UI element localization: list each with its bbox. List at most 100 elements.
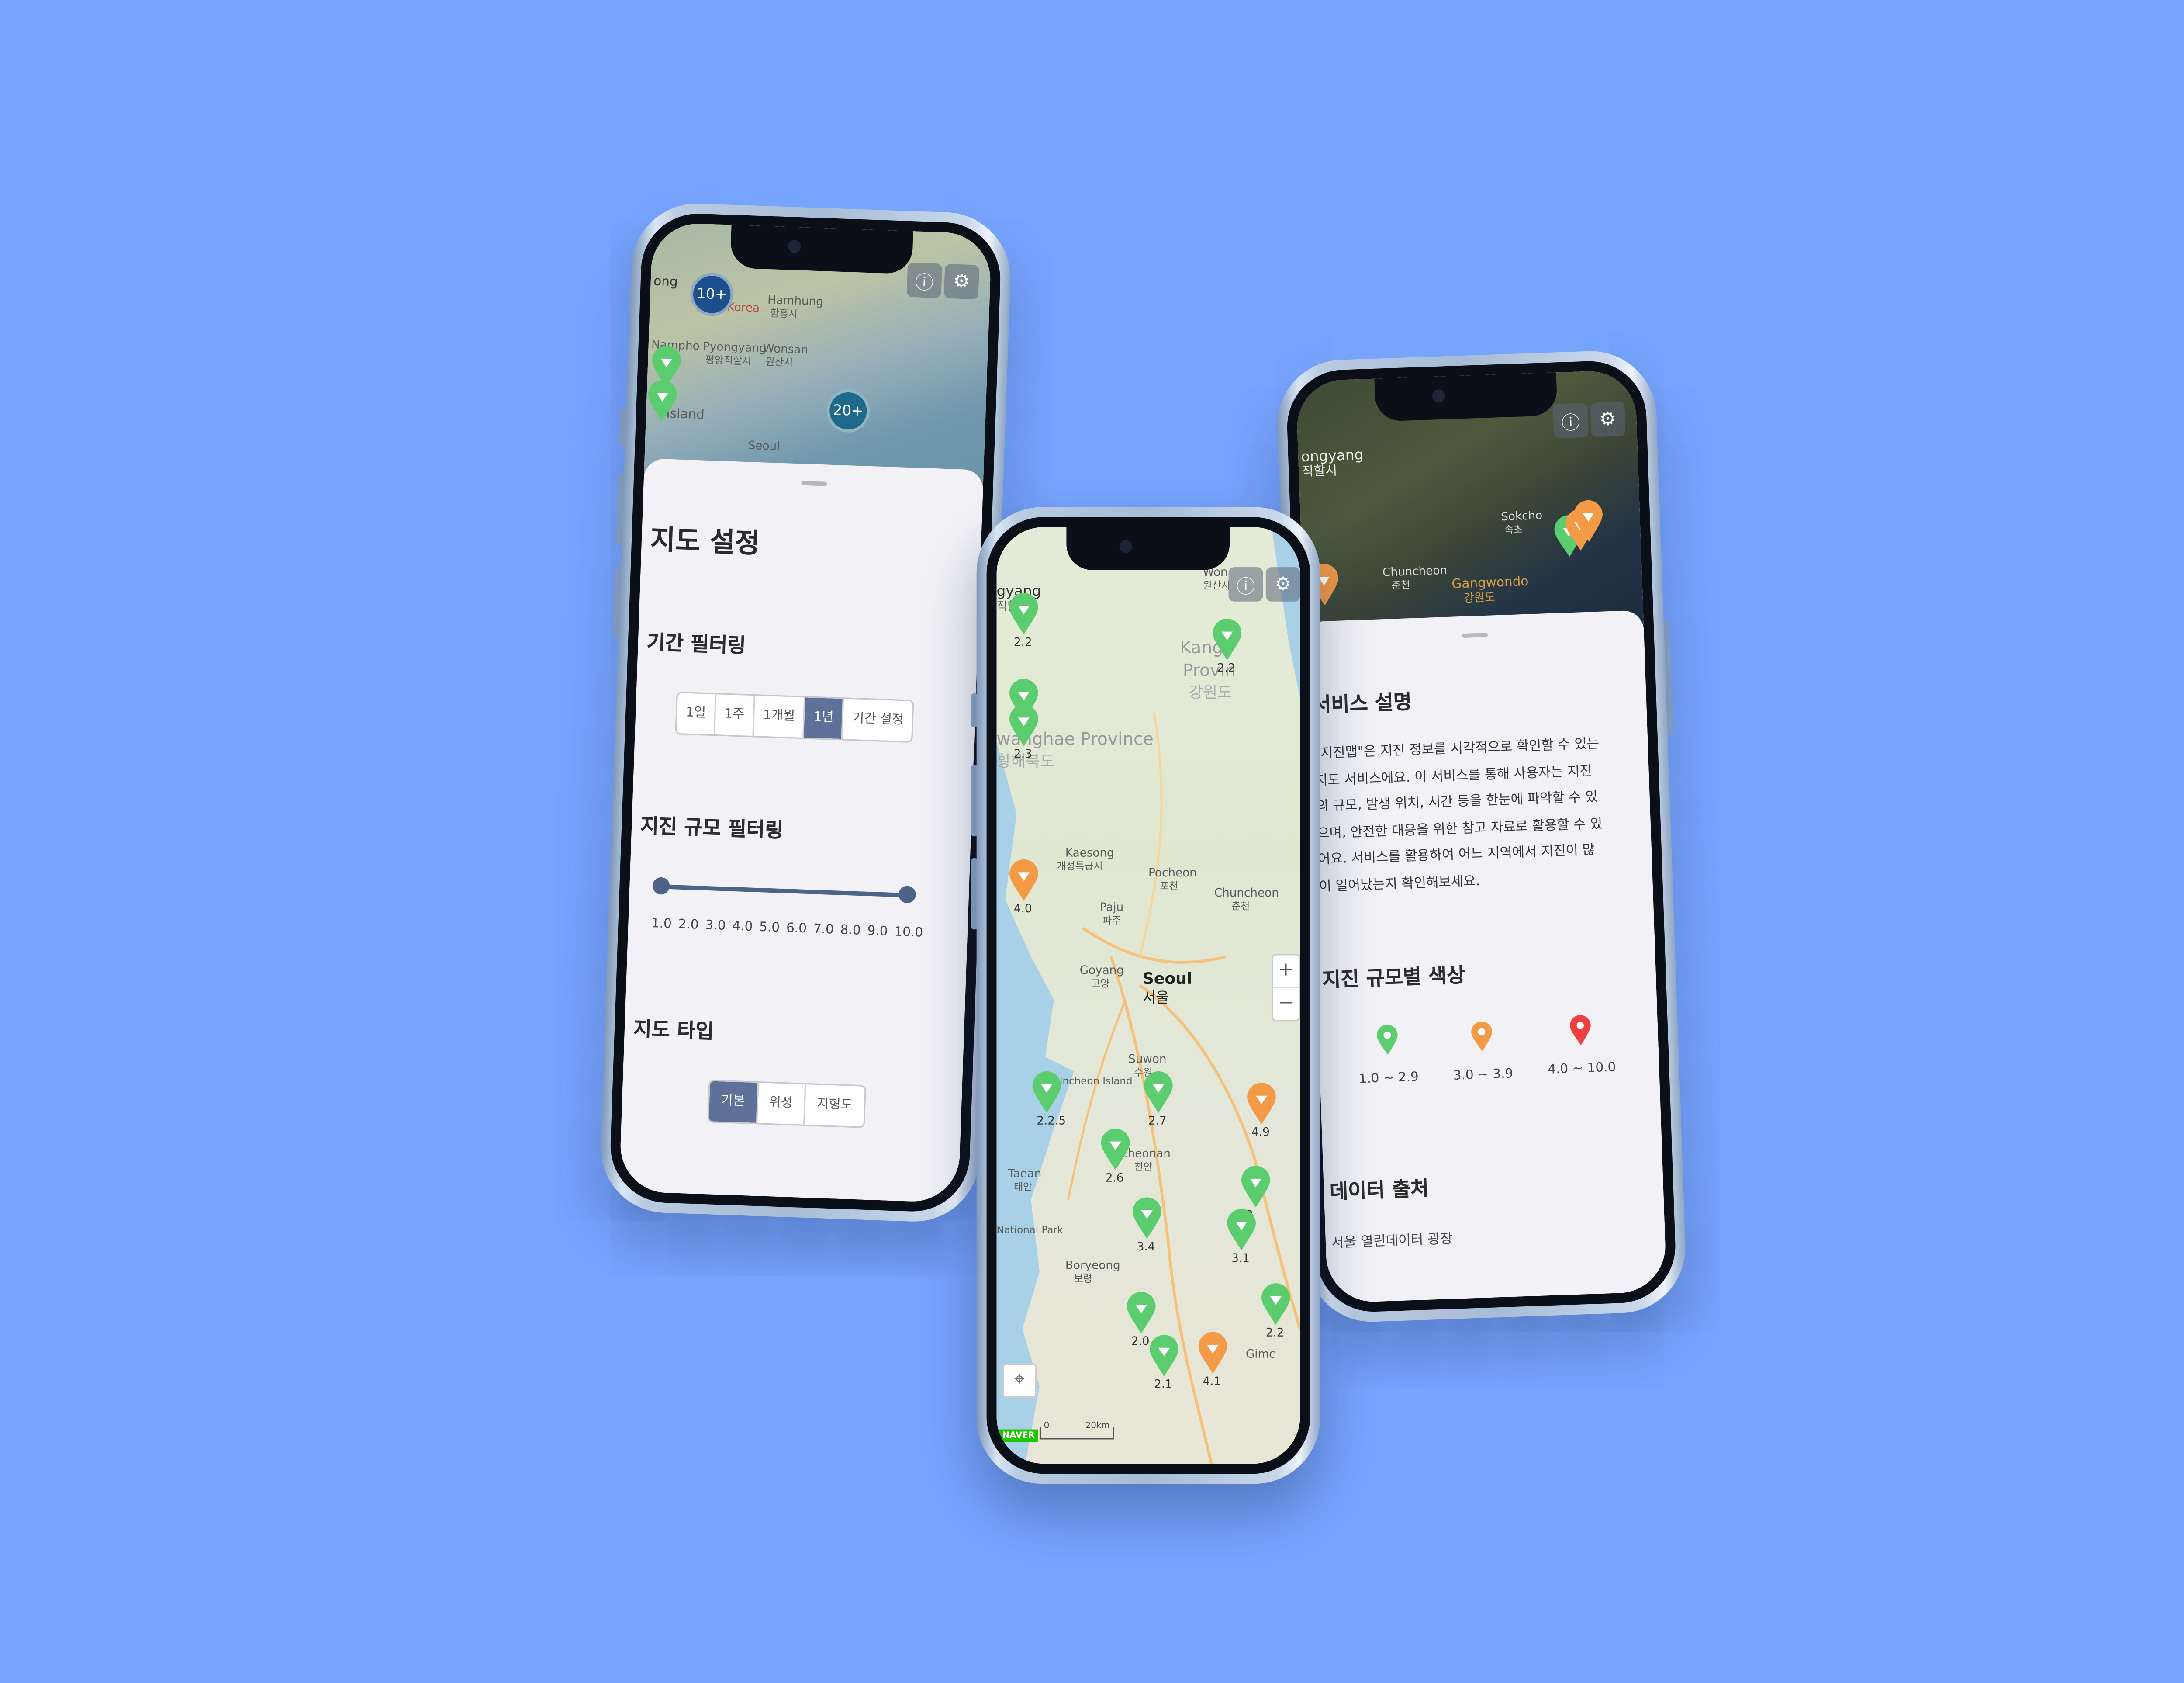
map-label: 강원도 [1188,683,1232,702]
sheet-handle[interactable] [1461,633,1487,638]
scale-bar: 0 20km [1039,1421,1114,1440]
notch [729,225,914,274]
map-type-heading: 지도 타입 [632,1018,715,1044]
source-heading: 데이터 출처 [1329,1178,1429,1205]
map-label: 평양직할시 [705,354,752,367]
marker-value: 4.1 [1203,1375,1221,1388]
marker-value: 4.9 [1251,1125,1270,1139]
period-segmented-control: 1일 1주 1개월 1년 기간 설정 [675,691,915,743]
period-option-year[interactable]: 1년 [804,697,845,739]
period-filter-heading: 기간 필터링 [646,631,746,658]
legend-heading: 지진 규모별 색상 [1322,964,1466,993]
magnitude-range-slider[interactable] [652,877,916,906]
map-label: 파주 [1102,915,1121,927]
page-title: 지도 설정 [650,524,760,560]
period-option-day[interactable]: 1일 [676,693,717,735]
marker-pin-icon [1132,1197,1161,1239]
map-marker-green[interactable]: 2.2 [1211,619,1243,679]
map-label: Pocheon [1148,866,1197,880]
slider-handle-min[interactable] [652,877,670,895]
map-label: 원산시 [1203,580,1230,592]
legend-item: 3.0 ~ 3.9 [1441,1018,1523,1084]
slider-handle-max[interactable] [898,886,916,904]
map-label: Wonsan [763,342,809,357]
map-marker-green[interactable]: 3.1 [1226,1209,1257,1269]
map-pin-orange-icon [1471,1021,1492,1052]
map-label: Goyang [1079,964,1124,977]
marker-pin-icon [1227,1209,1256,1250]
map-marker-orange[interactable] [1572,500,1605,544]
map-marker-green[interactable]: 2.2 [1008,593,1040,653]
map-marker-green[interactable]: 2.7 [1143,1071,1174,1132]
tick-label: 8.0 [840,924,861,939]
gear-icon[interactable]: ⚙ [1590,401,1626,437]
map-label: Chuncheon [1214,887,1279,900]
map-label: 함흥시 [770,308,798,321]
marker-pin-icon [1247,1083,1276,1125]
zoom-out-button[interactable]: − [1273,988,1299,1020]
map-marker-orange[interactable]: 4.0 [1008,859,1040,920]
notch [1373,372,1559,422]
map-marker-orange[interactable]: 4.9 [1246,1083,1277,1143]
map-type-segmented-control: 기본 위성 지형도 [707,1080,866,1128]
map-label: ong [653,275,678,291]
map-type-satellite[interactable]: 위성 [757,1083,806,1125]
map-marker-green[interactable]: 2.6 [1100,1129,1131,1189]
mockup-stage: ong Korea Hamhung 함흥시 Nampho Pyongyang 평… [0,0,2184,1683]
map-label: 개성특급시 [1057,861,1103,873]
tick-label: 9.0 [867,925,888,940]
sheet-handle[interactable] [800,481,826,486]
map-marker-green[interactable]: 2.3 [1008,704,1040,765]
crosshair-icon[interactable]: ⌖ [1002,1363,1037,1398]
period-option-week[interactable]: 1주 [715,694,755,736]
map-marker-green[interactable] [646,380,679,424]
marker-pin-icon [1032,1071,1061,1113]
map-label: Incheon Island [1059,1075,1133,1087]
notch [1066,527,1230,570]
map-type-terrain[interactable]: 지형도 [805,1084,865,1126]
about-text: "지진맵"은 지진 정보를 시각적으로 확인할 수 있는 지도 서비스에요. 이… [1314,731,1640,901]
map-marker-green[interactable]: 2.1 [1148,1335,1180,1395]
gear-icon[interactable]: ⚙ [943,263,980,300]
map-marker-green[interactable]: 3.4 [1131,1197,1163,1257]
info-icon[interactable]: ⓘ [906,262,942,298]
right-screen: ongyang 직할시 Sokcho 속초 Chuncheon 춘천 Gangw… [1296,369,1667,1303]
cluster-marker[interactable]: 20+ [826,388,871,433]
legend-label: 4.0 ~ 10.0 [1547,1061,1616,1078]
center-phone: gyang 직할 Won 원산시 Kang Provin 강원도 wanghae… [971,507,1320,1484]
marker-value: 2.3 [1013,748,1032,761]
map-view[interactable]: gyang 직할 Won 원산시 Kang Provin 강원도 wanghae… [996,527,1300,1464]
source-text: 서울 열린데이터 광장 [1331,1231,1453,1252]
map-type-basic[interactable]: 기본 [708,1081,758,1123]
map-label: Chuncheon [1382,564,1448,579]
map-label: National Park [996,1224,1064,1236]
legend-item: 4.0 ~ 10.0 [1535,1012,1626,1078]
period-option-custom[interactable]: 기간 설정 [843,699,913,741]
gear-icon[interactable]: ⚙ [1265,567,1300,602]
right-phone: ongyang 직할시 Sokcho 속초 Chuncheon 춘천 Gangw… [1275,349,1688,1324]
info-icon[interactable]: ⓘ [1553,402,1589,439]
marker-value: 4.0 [1013,902,1032,915]
map-label: 직할시 [1301,464,1337,480]
legend-label: 3.0 ~ 3.9 [1453,1067,1514,1084]
map-marker-green[interactable]: 2.2.5 [1031,1071,1066,1132]
marker-pin-icon [1213,619,1242,661]
map-label: Hamhung [767,293,824,308]
map-label: 보령 [1074,1273,1092,1285]
map-marker-orange[interactable]: 4.1 [1197,1332,1228,1392]
marker-value: 2.6 [1105,1171,1124,1184]
marker-value: 3.4 [1137,1240,1155,1254]
map-label: Seoul [748,439,780,453]
marker-pin-icon [1127,1292,1156,1333]
info-icon[interactable]: ⓘ [1228,567,1263,602]
map-label: 서울 [1142,991,1169,1007]
marker-pin-icon [1144,1071,1173,1113]
legend-label: 1.0 ~ 2.9 [1358,1070,1419,1087]
period-option-month[interactable]: 1개월 [753,696,806,738]
zoom-in-button[interactable]: + [1273,955,1299,988]
map-label: 천안 [1134,1161,1153,1173]
tick-label: 7.0 [813,923,834,938]
map-marker-green[interactable]: 2.2 [1260,1283,1292,1344]
map-label: Korea [727,301,760,315]
map-pin-red-icon [1570,1015,1591,1046]
